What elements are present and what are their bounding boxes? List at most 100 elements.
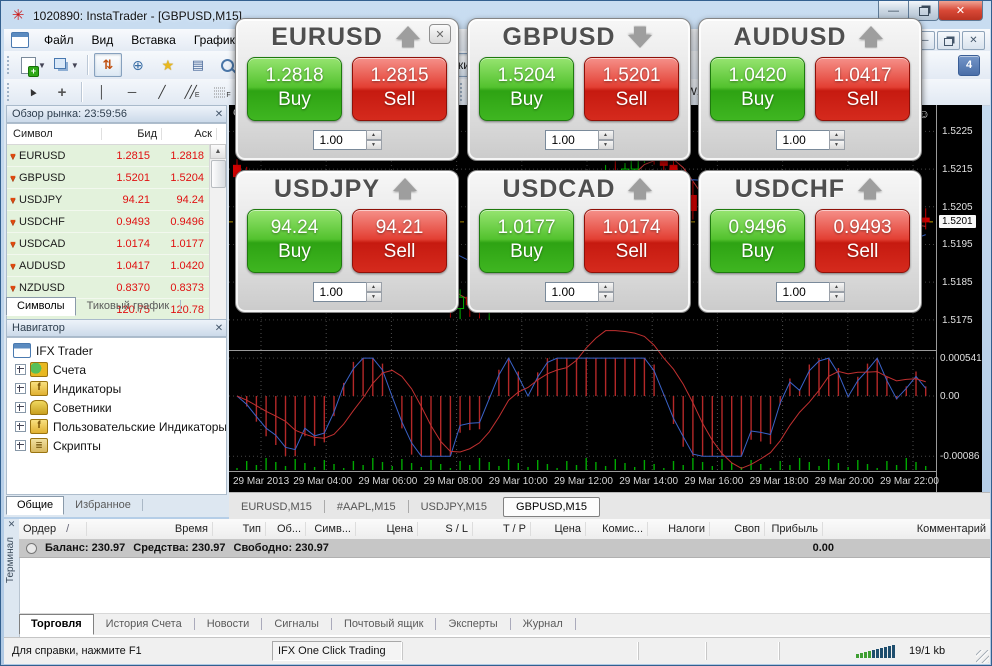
volume-input[interactable] bbox=[545, 130, 598, 150]
menu-view[interactable]: Вид bbox=[83, 31, 123, 49]
volume-up-button[interactable]: ▲ bbox=[829, 130, 845, 140]
volume-up-button[interactable]: ▲ bbox=[366, 130, 382, 140]
sell-button[interactable]: 1.0174Sell bbox=[584, 209, 679, 273]
chart-tab-aapl[interactable]: #AAPL,M15 bbox=[325, 497, 408, 517]
column-volume[interactable]: Об... bbox=[266, 522, 306, 536]
column-time[interactable]: Время bbox=[87, 522, 213, 536]
tab-journal[interactable]: Журнал bbox=[511, 614, 575, 635]
market-row-gbpusd[interactable]: ▼GBPUSD1.52011.5204 bbox=[7, 167, 226, 189]
market-watch-toggle-button[interactable]: ⇅ bbox=[94, 53, 122, 77]
column-bid[interactable]: Бид bbox=[102, 128, 162, 140]
terminal-close-icon[interactable]: ✕ bbox=[4, 519, 19, 533]
expand-icon[interactable] bbox=[15, 364, 26, 375]
volume-down-button[interactable]: ▼ bbox=[829, 292, 845, 302]
cursor-tool-button[interactable]: ▲ bbox=[18, 80, 46, 104]
tab-trade[interactable]: Торговля bbox=[19, 614, 94, 635]
channel-tool-button[interactable]: ╱╱E bbox=[178, 80, 206, 104]
tab-experts[interactable]: Эксперты bbox=[436, 614, 509, 635]
tree-item-custom-indicators[interactable]: f Пользовательские Индикаторы bbox=[7, 417, 226, 436]
tree-item-accounts[interactable]: Счета bbox=[7, 360, 226, 379]
navigator-close-icon[interactable]: ✕ bbox=[212, 323, 226, 334]
mdi-close-button[interactable]: ✕ bbox=[962, 31, 985, 50]
column-commission[interactable]: Комис... bbox=[586, 522, 648, 536]
column-ask[interactable]: Аск bbox=[162, 128, 217, 140]
horizontal-line-tool-button[interactable]: ─ bbox=[118, 80, 146, 104]
volume-down-button[interactable]: ▼ bbox=[366, 292, 382, 302]
tree-item-scripts[interactable]: ≣ Скрипты bbox=[7, 436, 226, 455]
expand-icon[interactable] bbox=[15, 421, 26, 432]
column-order[interactable]: Ордер/ bbox=[19, 522, 87, 536]
vertical-line-tool-button[interactable]: │ bbox=[88, 80, 116, 104]
column-symbol[interactable]: Симв... bbox=[306, 522, 356, 536]
column-tp[interactable]: T / P bbox=[473, 522, 531, 536]
buy-button[interactable]: 1.5204Buy bbox=[479, 57, 574, 121]
notifications-badge[interactable]: 4 bbox=[958, 55, 980, 76]
balance-row[interactable]: Баланс: 230.97 Средства: 230.97 Свободно… bbox=[19, 539, 990, 558]
volume-input[interactable] bbox=[545, 282, 598, 302]
close-button[interactable]: ✕ bbox=[938, 1, 983, 21]
market-row-audusd[interactable]: ▼AUDUSD1.04171.0420 bbox=[7, 255, 226, 277]
volume-down-button[interactable]: ▼ bbox=[829, 140, 845, 150]
buy-button[interactable]: 1.2818Buy bbox=[247, 57, 342, 121]
toolbar-grip[interactable] bbox=[460, 83, 467, 101]
tab-common[interactable]: Общие bbox=[6, 496, 64, 515]
fibonacci-tool-button[interactable]: F bbox=[208, 80, 236, 104]
sell-button[interactable]: 1.2815Sell bbox=[352, 57, 447, 121]
toolbar-grip[interactable] bbox=[7, 56, 14, 74]
column-price-current[interactable]: Цена bbox=[531, 522, 586, 536]
volume-down-button[interactable]: ▼ bbox=[598, 140, 614, 150]
column-sl[interactable]: S / L bbox=[418, 522, 473, 536]
market-row-usdjpy[interactable]: ▼USDJPY94.2194.24 bbox=[7, 189, 226, 211]
new-chart-button[interactable]: ▼ bbox=[18, 53, 49, 77]
sell-button[interactable]: 0.9493Sell bbox=[815, 209, 910, 273]
tree-item-indicators[interactable]: f Индикаторы bbox=[7, 379, 226, 398]
volume-up-button[interactable]: ▲ bbox=[366, 282, 382, 292]
expand-icon[interactable] bbox=[15, 440, 26, 451]
tab-tick-chart[interactable]: Тиковый график bbox=[76, 297, 181, 316]
column-comment[interactable]: Комментарий bbox=[823, 522, 990, 536]
market-row-usdcad[interactable]: ▼USDCAD1.01741.0177 bbox=[7, 233, 226, 255]
sell-button[interactable]: 1.0417Sell bbox=[815, 57, 910, 121]
column-type[interactable]: Тип bbox=[213, 522, 266, 536]
market-row-usdchf[interactable]: ▼USDCHF0.94930.9496 bbox=[7, 211, 226, 233]
buy-button[interactable]: 1.0177Buy bbox=[479, 209, 574, 273]
column-taxes[interactable]: Налоги bbox=[648, 522, 710, 536]
column-swap[interactable]: Своп bbox=[710, 522, 765, 536]
scroll-thumb[interactable] bbox=[211, 160, 226, 188]
volume-down-button[interactable]: ▼ bbox=[366, 140, 382, 150]
mdi-restore-button[interactable] bbox=[937, 31, 960, 50]
volume-up-button[interactable]: ▲ bbox=[598, 282, 614, 292]
chart-tab-eurusd[interactable]: EURUSD,M15 bbox=[229, 497, 324, 517]
volume-input[interactable] bbox=[313, 282, 366, 302]
volume-up-button[interactable]: ▲ bbox=[829, 282, 845, 292]
favorites-button[interactable]: ★ bbox=[154, 53, 182, 77]
buy-button[interactable]: 1.0420Buy bbox=[710, 57, 805, 121]
menu-file[interactable]: Файл bbox=[35, 31, 83, 49]
resize-grip[interactable] bbox=[976, 650, 989, 663]
volume-input[interactable] bbox=[776, 130, 829, 150]
data-window-button[interactable]: ⊕ bbox=[124, 53, 152, 77]
tab-news[interactable]: Новости bbox=[195, 614, 262, 635]
terminal-toggle-button[interactable]: ▤ bbox=[184, 53, 212, 77]
tab-favorites[interactable]: Избранное bbox=[64, 496, 142, 515]
volume-up-button[interactable]: ▲ bbox=[598, 130, 614, 140]
panel-close-button[interactable]: ✕ bbox=[429, 24, 451, 44]
chart-tab-usdjpy[interactable]: USDJPY,M15 bbox=[409, 497, 499, 517]
tab-mailbox[interactable]: Почтовый ящик bbox=[332, 614, 435, 635]
sell-button[interactable]: 94.21Sell bbox=[352, 209, 447, 273]
market-row-eurusd[interactable]: ▼EURUSD1.28151.2818 bbox=[7, 145, 226, 167]
column-symbol[interactable]: Символ bbox=[7, 128, 102, 140]
column-price-open[interactable]: Цена bbox=[356, 522, 418, 536]
expand-icon[interactable] bbox=[15, 383, 26, 394]
toolbar-grip[interactable] bbox=[7, 83, 14, 101]
expand-icon[interactable] bbox=[15, 402, 26, 413]
volume-input[interactable] bbox=[776, 282, 829, 302]
status-mode-label[interactable]: IFX One Click Trading bbox=[272, 641, 402, 661]
tree-item-ifx-trader[interactable]: IFX Trader bbox=[7, 341, 226, 360]
tab-account-history[interactable]: История Счета bbox=[94, 614, 194, 635]
tab-symbols[interactable]: Символы bbox=[6, 297, 76, 316]
volume-down-button[interactable]: ▼ bbox=[598, 292, 614, 302]
scroll-up-icon[interactable]: ▲ bbox=[210, 144, 226, 159]
crosshair-tool-button[interactable]: + bbox=[48, 80, 76, 104]
buy-button[interactable]: 94.24Buy bbox=[247, 209, 342, 273]
